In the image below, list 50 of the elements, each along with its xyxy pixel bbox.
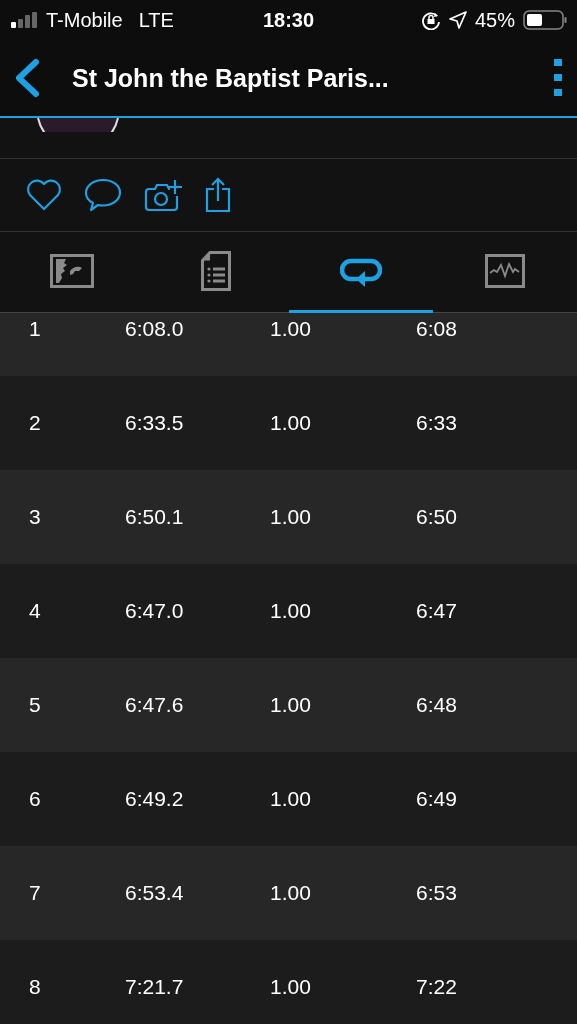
lap-distance: 1.00: [269, 599, 312, 623]
lap-time: 6:49.2: [124, 787, 185, 811]
lap-distance: 1.00: [269, 411, 312, 435]
lap-time: 6:47.6: [124, 693, 185, 717]
lap-distance: 1.00: [269, 787, 312, 811]
lap-pace: 6:48: [415, 693, 457, 717]
document-list-icon: [201, 251, 232, 291]
lap-distance: 1.00: [269, 505, 312, 529]
lap-distance: 1.00: [269, 881, 312, 905]
carrier-name: T-Mobile: [46, 8, 123, 32]
clock: 18:30: [262, 8, 315, 32]
lap-pace: 6:50: [415, 505, 457, 529]
lap-pace: 7:22: [415, 975, 457, 999]
lap-time: 6:33.5: [124, 411, 185, 435]
battery-percentage: 45%: [474, 8, 515, 32]
lap-pace: 6:47: [415, 599, 457, 623]
lap-time: 6:47.0: [124, 599, 185, 623]
add-photo-button[interactable]: [144, 178, 182, 212]
lap-time: 6:08.0: [124, 317, 185, 341]
signal-icon: [10, 12, 40, 28]
battery-icon: [523, 10, 567, 30]
lap-time: 6:50.1: [124, 505, 185, 529]
lap-number: 7: [28, 881, 42, 905]
lap-distance: 1.00: [269, 975, 312, 999]
comment-button[interactable]: [84, 178, 122, 212]
activity-title: St John the Baptist Paris...: [72, 63, 390, 93]
lap-number: 8: [28, 975, 42, 999]
more-options-button[interactable]: [553, 59, 563, 97]
lap-distance: 1.00: [269, 317, 312, 341]
lap-number: 2: [28, 411, 42, 435]
lap-number: 5: [28, 693, 42, 717]
network-type: LTE: [138, 8, 174, 32]
lap-pace: 6:08: [415, 317, 457, 341]
lap-number: 1: [28, 317, 42, 341]
location-arrow-icon: [448, 11, 467, 29]
lap-time: 7:21.7: [124, 975, 185, 999]
rotation-lock-icon: [420, 10, 441, 30]
like-button[interactable]: [26, 179, 62, 211]
lap-time: 6:53.4: [124, 881, 185, 905]
lap-number: 6: [28, 787, 42, 811]
map-icon: [50, 254, 95, 288]
lap-pace: 6:49: [415, 787, 457, 811]
share-button[interactable]: [204, 177, 232, 213]
lap-pace: 6:53: [415, 881, 457, 905]
activity-graph-icon: [484, 254, 525, 288]
lap-pace: 6:33: [415, 411, 457, 435]
back-button[interactable]: [14, 58, 40, 98]
lap-distance: 1.00: [269, 693, 312, 717]
lap-number: 4: [28, 599, 42, 623]
lap-number: 3: [28, 505, 42, 529]
